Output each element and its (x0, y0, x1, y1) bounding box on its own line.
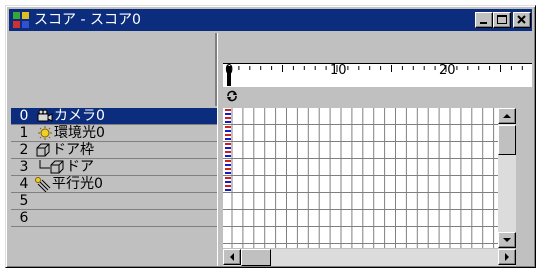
keyframe-marker[interactable] (225, 160, 231, 162)
keyframe-marker[interactable] (225, 126, 231, 128)
maximize-button[interactable] (493, 12, 511, 28)
scrollbar-corner (516, 249, 532, 266)
keyframe-marker[interactable] (225, 189, 231, 191)
cube-icon (36, 143, 50, 157)
score-app-icon (13, 12, 29, 28)
track-row-empty-5[interactable]: 5 (11, 193, 217, 210)
keyframe-marker[interactable] (225, 164, 231, 166)
track-label: ドア (66, 159, 94, 175)
track-index: 2 (19, 142, 29, 158)
vertical-scroll-thumb[interactable] (498, 125, 516, 155)
track-index: 3 (19, 159, 29, 175)
ruler-ticks (227, 65, 534, 86)
keyframe-marker[interactable] (225, 134, 231, 136)
timeline-cells (223, 108, 498, 248)
arrow-down-icon (503, 238, 511, 242)
scroll-down-button[interactable] (498, 232, 516, 248)
track-header (9, 33, 217, 106)
score-window: スコア - スコア0 0 10 20 0 カメラ0 1 環境光0 2 ドア枠 3… (5, 5, 536, 268)
keyframe-marker[interactable] (225, 109, 231, 111)
track-row-ambient0[interactable]: 1 環境光0 (11, 125, 217, 142)
minimize-icon (480, 22, 487, 24)
ruler-label-10: 10 (330, 63, 347, 78)
track-row-door[interactable]: 3 ドア (11, 159, 217, 176)
track-list: 0 カメラ0 1 環境光0 2 ドア枠 3 ドア 4 平行光0 5 6 (11, 108, 217, 248)
keyframe-marker[interactable] (225, 130, 231, 132)
close-icon (517, 15, 526, 24)
scroll-right-button[interactable] (498, 249, 516, 265)
track-row-camera0[interactable]: 0 カメラ0 (11, 108, 217, 125)
track-index: 1 (19, 125, 29, 141)
frame-ruler[interactable]: 0 10 20 (223, 63, 534, 88)
ruler-label-0: 0 (225, 63, 234, 78)
track-label: 環境光0 (54, 125, 105, 141)
keyframe-marker[interactable] (225, 138, 231, 140)
ruler-subbar (223, 87, 532, 106)
keyframe-marker[interactable] (225, 113, 231, 115)
horizontal-scrollbar[interactable] (223, 249, 516, 266)
ruler-label-20: 20 (439, 63, 456, 78)
keyframe-marker[interactable] (225, 177, 231, 179)
track-index: 5 (19, 193, 29, 209)
arrow-up-icon (503, 114, 511, 118)
keyframe-marker[interactable] (225, 185, 231, 187)
directional-light-icon (35, 177, 51, 192)
track-label: 平行光0 (52, 176, 103, 192)
keyframe-marker[interactable] (225, 172, 231, 174)
track-list-footer (9, 249, 217, 266)
track-row-directional0[interactable]: 4 平行光0 (11, 176, 217, 193)
close-button[interactable] (513, 12, 531, 28)
track-index: 0 (19, 108, 29, 124)
minimize-button[interactable] (475, 12, 493, 28)
keyframe-marker[interactable] (225, 117, 231, 119)
track-row-doorframe[interactable]: 2 ドア枠 (11, 142, 217, 159)
keyframe-marker[interactable] (225, 168, 231, 170)
window-title: スコア - スコア0 (34, 12, 141, 28)
camera-icon (37, 109, 53, 122)
arrow-left-icon (230, 253, 234, 261)
cube-icon (50, 160, 64, 174)
track-index: 4 (19, 176, 29, 192)
track-label: ドア枠 (52, 142, 94, 158)
keyframe-marker[interactable] (225, 151, 231, 153)
vertical-scrollbar[interactable] (498, 108, 516, 248)
track-row-empty-6[interactable]: 6 (11, 210, 217, 227)
keyframe-marker[interactable] (225, 121, 231, 123)
scroll-up-button[interactable] (498, 108, 516, 124)
track-index: 6 (19, 210, 29, 226)
sync-icon[interactable] (225, 89, 239, 103)
maximize-icon (497, 15, 507, 24)
arrow-right-icon (505, 253, 509, 261)
scroll-left-button[interactable] (223, 249, 241, 265)
horizontal-scroll-thumb[interactable] (241, 249, 271, 266)
timeline-grid[interactable] (223, 108, 498, 248)
client-area: 0 10 20 0 カメラ0 1 環境光0 2 ドア枠 3 ドア 4 平行光0 … (9, 33, 534, 266)
ambient-light-icon (38, 126, 52, 140)
keyframe-marker[interactable] (225, 181, 231, 183)
title-bar[interactable]: スコア - スコア0 (9, 9, 532, 31)
keyframe-marker[interactable] (225, 147, 231, 149)
keyframe-marker[interactable] (225, 155, 231, 157)
keyframe-marker[interactable] (225, 143, 231, 145)
track-label: カメラ0 (54, 108, 105, 124)
